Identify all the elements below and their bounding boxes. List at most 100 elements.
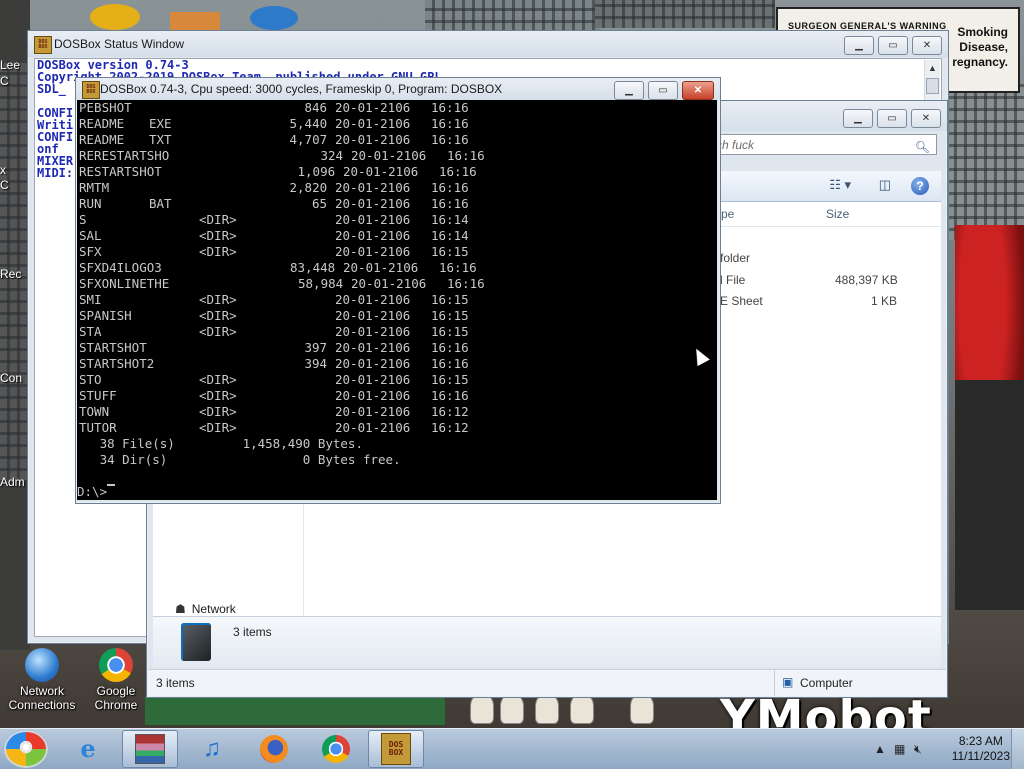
- dir-entry-size: <DIR>: [199, 244, 237, 259]
- column-size[interactable]: Size: [826, 207, 849, 221]
- dir-entry: TUTOR <DIR> 20-01-2106 16:12: [77, 420, 717, 436]
- close-button[interactable]: ✕: [911, 109, 941, 128]
- maximize-button[interactable]: ▭: [877, 109, 907, 128]
- firefox-icon: [260, 735, 288, 763]
- maximize-button[interactable]: ▭: [878, 36, 908, 55]
- dir-entry-size: <DIR>: [199, 212, 237, 227]
- dir-entry-time: 16:16: [431, 116, 469, 131]
- show-hidden-icons-icon[interactable]: ▲: [874, 742, 886, 756]
- dir-entry-date: 20-01-2106: [335, 100, 411, 115]
- network-globe-icon: [25, 648, 59, 682]
- details-item-count: 3 items: [233, 625, 272, 639]
- clock-time: 8:23 AM: [958, 734, 1003, 748]
- dosbox-window[interactable]: DOS BOX DOSBox 0.74-3, Cpu speed: 3000 cy…: [75, 77, 721, 504]
- taskbar-app-itunes[interactable]: ♫: [184, 730, 240, 768]
- minimize-button[interactable]: ▁: [844, 36, 874, 55]
- desktop-icon-google-chrome[interactable]: Google Chrome: [78, 648, 154, 712]
- scrollbar-thumb[interactable]: [926, 78, 939, 94]
- dir-entry-date: 20-01-2106: [343, 164, 419, 179]
- preview-pane-icon[interactable]: ◫: [879, 177, 891, 193]
- dir-entry-time: 16:16: [431, 340, 469, 355]
- start-button[interactable]: [4, 730, 48, 768]
- search-input[interactable]: rch fuck 🔍︎: [705, 134, 937, 155]
- minimize-button[interactable]: ▁: [843, 109, 873, 128]
- volume-muted-icon[interactable]: 🔇︎: [914, 742, 922, 757]
- dir-entry-size: <DIR>: [199, 324, 237, 339]
- dos-console[interactable]: PEBSHOT 846 20-01-2106 16:16 README EXE 5,440 2…: [77, 100, 717, 500]
- dir-entry-size: 4,707: [289, 132, 328, 147]
- dir-entry-date: 20-01-2106: [335, 292, 411, 307]
- scroll-up-arrow-icon[interactable]: ▲: [925, 60, 940, 76]
- minimize-button[interactable]: ▁: [614, 81, 644, 100]
- maximize-button[interactable]: ▭: [648, 81, 678, 100]
- show-desktop-button[interactable]: [1011, 729, 1024, 769]
- dir-entry-date: 20-01-2106: [335, 372, 411, 387]
- dir-entry-size: 58,984: [298, 276, 344, 291]
- nav-item-network[interactable]: ☗ Network: [175, 602, 236, 616]
- command-prompt[interactable]: D:\>: [77, 484, 717, 500]
- dir-entry-ext: EXE: [149, 116, 172, 131]
- desktop-label: Adm: [0, 475, 25, 489]
- desktop-label: Lee: [0, 58, 21, 72]
- search-icon[interactable]: 🔍︎: [915, 137, 930, 158]
- taskbar-app-internet-explorer[interactable]: e: [60, 730, 116, 768]
- ie-icon: e: [80, 734, 96, 763]
- dir-entry-time: 16:15: [431, 372, 469, 387]
- dosbox-icon: DOS BOX: [381, 733, 411, 765]
- clock-date: 11/11/2023: [951, 749, 1010, 763]
- taskbar-app-chrome[interactable]: [308, 730, 364, 768]
- clock[interactable]: 8:23 AM 11/11/2023: [952, 734, 1010, 764]
- desktop-icon-label: Network Connections: [8, 684, 76, 712]
- close-button[interactable]: ✕: [912, 36, 942, 55]
- row-type[interactable]: E Sheet: [720, 294, 763, 308]
- dir-entry: SMI <DIR> 20-01-2106 16:15: [77, 292, 717, 308]
- desktop-label: C: [0, 178, 9, 192]
- drive-icon: [181, 623, 211, 661]
- dir-entry: STO <DIR> 20-01-2106 16:15: [77, 372, 717, 388]
- taskbar: e ♫ DOS BOX ▲ ▦ 🔇︎ 8:23 AM 11/11/2023: [0, 728, 1024, 769]
- help-icon[interactable]: ?: [911, 177, 929, 195]
- dir-entry-name: RMTM: [79, 180, 110, 195]
- status-location: Computer: [800, 676, 853, 690]
- dir-entry: SPANISH <DIR> 20-01-2106 16:15: [77, 308, 717, 324]
- dir-entry: S <DIR> 20-01-2106 16:14: [77, 212, 717, 228]
- row-type[interactable]: l File: [720, 273, 745, 287]
- dosbox-titlebar[interactable]: DOS BOX DOSBox 0.74-3, Cpu speed: 3000 cy…: [76, 78, 720, 100]
- dir-entry-date: 20-01-2106: [343, 260, 419, 275]
- column-type[interactable]: pe: [721, 207, 734, 221]
- dosbox-icon: DOS BOX: [82, 81, 100, 99]
- dir-entry-size: 83,448: [290, 260, 336, 275]
- dir-entry-time: 16:15: [431, 324, 469, 339]
- dir-entry: RERESTARTSHO 324 20-01-2106 16:16: [77, 148, 717, 164]
- desktop-icon-network-connections[interactable]: Network Connections: [4, 648, 80, 712]
- dir-entry-date: 20-01-2106: [351, 276, 427, 291]
- dir-entry-size: <DIR>: [199, 388, 237, 403]
- dir-entry: STARTSHOT 397 20-01-2106 16:16: [77, 340, 717, 356]
- dir-summary-files: 38 File(s) 1,458,490 Bytes.: [77, 436, 363, 451]
- taskbar-app-winrar-archive[interactable]: [122, 730, 178, 768]
- dir-entry: README EXE 5,440 20-01-2106 16:16: [77, 116, 717, 132]
- dir-entry-name: SFXONLINETHE: [79, 276, 170, 291]
- dir-entry-date: 20-01-2106: [335, 180, 411, 195]
- taskbar-app-dosbox[interactable]: DOS BOX: [368, 730, 424, 768]
- taskbar-app-firefox[interactable]: [246, 730, 302, 768]
- status-window-title: DOSBox Status Window: [54, 37, 185, 51]
- dir-entry-size: <DIR>: [199, 292, 237, 307]
- dir-entry-size: <DIR>: [199, 308, 237, 323]
- dir-entry-name: SPANISH: [79, 308, 132, 323]
- dir-entry-name: README: [79, 132, 125, 147]
- dir-entry-time: 16:16: [431, 100, 469, 115]
- status-bar: 3 items ▣ Computer: [148, 669, 946, 696]
- network-status-icon[interactable]: ▦: [894, 742, 905, 756]
- close-button[interactable]: ✕: [682, 81, 714, 100]
- music-note-icon: ♫: [203, 735, 221, 762]
- dir-entry: STUFF <DIR> 20-01-2106 16:16: [77, 388, 717, 404]
- status-window-titlebar[interactable]: DOS BOX DOSBox Status Window ▁ ▭ ✕: [28, 31, 948, 57]
- dir-listing: PEBSHOT 846 20-01-2106 16:16 README EXE 5,440 2…: [77, 100, 717, 436]
- dir-entry-date: 20-01-2106: [335, 356, 411, 371]
- view-options-icon[interactable]: ☷ ▾: [829, 177, 851, 193]
- details-pane: 3 items: [153, 616, 941, 667]
- row-type[interactable]: folder: [720, 251, 750, 265]
- row-size: 1 KB: [871, 294, 898, 308]
- dir-entry-name: STO: [79, 372, 102, 387]
